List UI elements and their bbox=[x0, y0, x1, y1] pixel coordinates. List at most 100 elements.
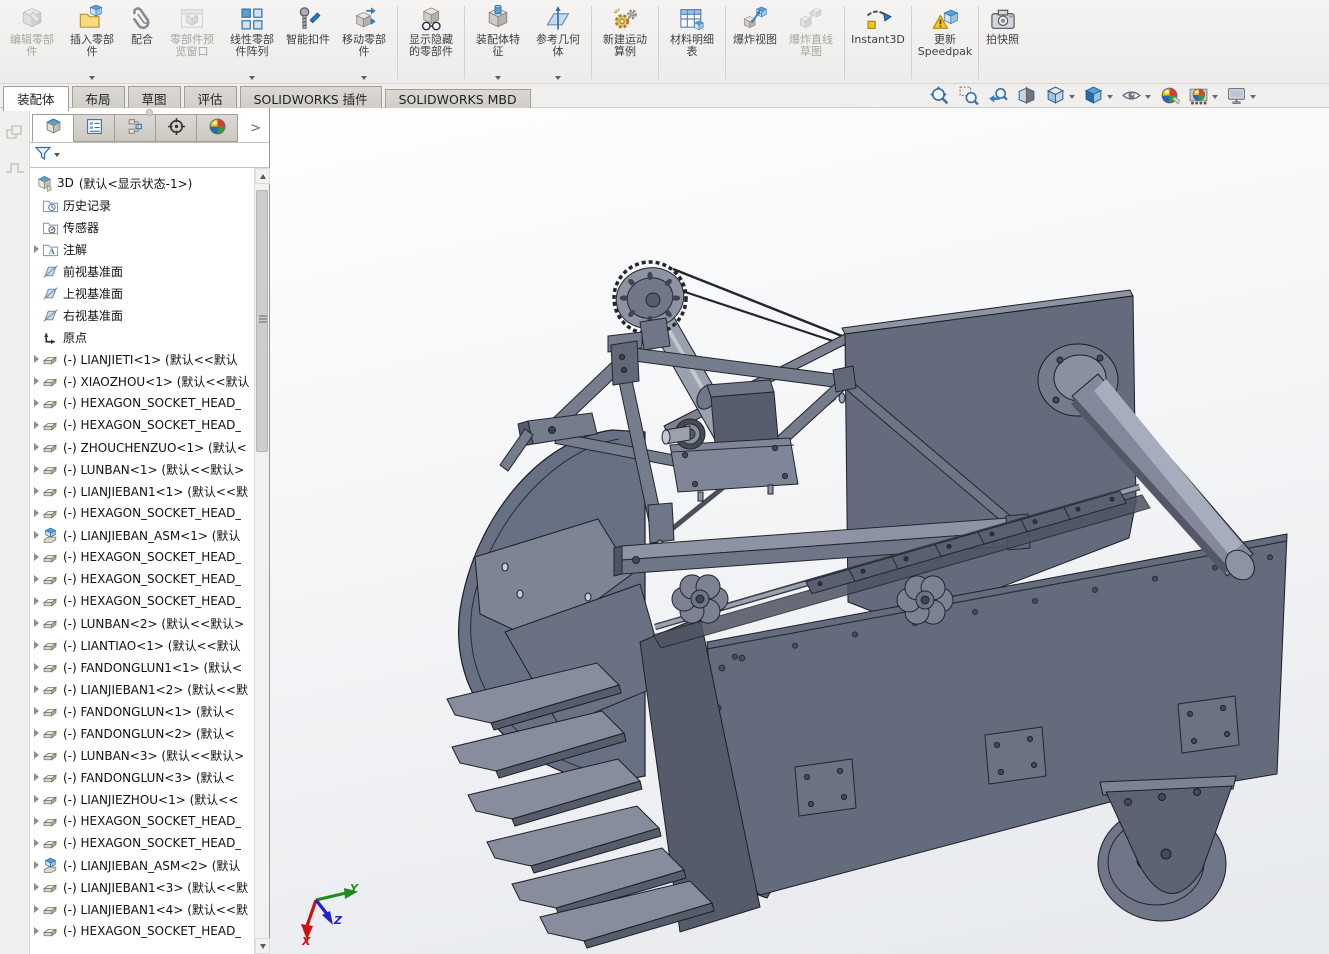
tree-item[interactable]: (-) LIANJIEBAN1<2> (默认<<默 bbox=[30, 678, 254, 700]
toolbar-button-reference-geometry[interactable]: 参考几何体 bbox=[528, 2, 588, 83]
ribbon-tab-1[interactable]: 装配体 bbox=[3, 86, 69, 111]
expand-arrow-icon[interactable] bbox=[30, 377, 42, 385]
dropdown-caret-icon[interactable] bbox=[1145, 95, 1151, 99]
view-orientation-button[interactable] bbox=[1041, 84, 1079, 111]
expand-arrow-icon[interactable] bbox=[30, 883, 42, 891]
expand-arrow-icon[interactable] bbox=[30, 641, 42, 649]
expand-arrow-icon[interactable] bbox=[30, 421, 42, 429]
panel-tab-displaymanager[interactable] bbox=[196, 114, 238, 142]
tree-item[interactable]: (-) XIAOZHOU<1> (默认<<默认 bbox=[30, 370, 254, 392]
expand-arrow-icon[interactable] bbox=[30, 729, 42, 737]
tree-item[interactable]: (-) LUNBAN<1> (默认<<默认> bbox=[30, 458, 254, 480]
graphics-viewport[interactable]: Y X Z bbox=[270, 108, 1329, 954]
tree-item[interactable]: (-) FANDONGLUN<1> (默认< bbox=[30, 700, 254, 722]
toolbar-button-move-component[interactable]: 移动零部件 bbox=[334, 2, 394, 83]
scroll-thumb[interactable] bbox=[256, 190, 268, 452]
tree-item[interactable]: (-) LIANJIEBAN1<1> (默认<<默 bbox=[30, 480, 254, 502]
dropdown-caret-icon[interactable] bbox=[1212, 95, 1218, 99]
tree-item[interactable]: (-) FANDONGLUN<2> (默认< bbox=[30, 722, 254, 744]
tree-item[interactable]: 原点 bbox=[30, 326, 254, 348]
tree-item[interactable]: (-) LIANJIEBAN1<4> (默认<<默 bbox=[30, 898, 254, 920]
tree-item[interactable]: (-) LIANTIAO<1> (默认<<默认 bbox=[30, 634, 254, 656]
tree-item[interactable]: (-) HEXAGON_SOCKET_HEAD_ bbox=[30, 590, 254, 612]
expand-arrow-icon[interactable] bbox=[30, 619, 42, 627]
expand-arrow-icon[interactable] bbox=[30, 795, 42, 803]
filter-dropdown-caret[interactable] bbox=[54, 153, 60, 157]
tree-item[interactable]: A注解 bbox=[30, 238, 254, 260]
dropdown-caret-icon[interactable] bbox=[249, 76, 255, 80]
scroll-up-button[interactable] bbox=[255, 168, 270, 184]
tree-item[interactable]: (-) LUNBAN<2> (默认<<默认> bbox=[30, 612, 254, 634]
toolbar-button-linear-pattern[interactable]: 线性零部件阵列 bbox=[222, 2, 282, 83]
hide-show-items-button[interactable] bbox=[1117, 84, 1155, 111]
tree-item[interactable]: (-) HEXAGON_SOCKET_HEAD_ bbox=[30, 568, 254, 590]
expand-arrow-icon[interactable] bbox=[30, 861, 42, 869]
zoom-to-area-button[interactable] bbox=[954, 84, 983, 111]
toolbar-button-update-speedpak[interactable]: 更新 Speedpak bbox=[915, 2, 975, 83]
tree-item[interactable]: (-) ZHOUCHENZUO<1> (默认< bbox=[30, 436, 254, 458]
expand-arrow-icon[interactable] bbox=[30, 245, 42, 253]
dropdown-caret-icon[interactable] bbox=[89, 76, 95, 80]
toolbar-button-explode-line-sketch[interactable]: 爆炸直线草图 bbox=[781, 2, 841, 83]
toolbar-button-snapshot[interactable]: 拍快照 bbox=[982, 2, 1023, 83]
toolbar-button-insert-components[interactable]: 插入零部件 bbox=[62, 2, 122, 83]
expand-arrow-icon[interactable] bbox=[30, 575, 42, 583]
toolbar-button-smart-fasteners[interactable]: 智能扣件 bbox=[282, 2, 334, 83]
tree-item[interactable]: (-) HEXAGON_SOCKET_HEAD_ bbox=[30, 920, 254, 942]
expand-arrow-icon[interactable] bbox=[30, 663, 42, 671]
tree-item[interactable]: 历史记录 bbox=[30, 194, 254, 216]
expand-arrow-icon[interactable] bbox=[30, 465, 42, 473]
tree-item[interactable]: (-) HEXAGON_SOCKET_HEAD_ bbox=[30, 546, 254, 568]
dropdown-caret-icon[interactable] bbox=[495, 76, 501, 80]
apply-scene-button[interactable] bbox=[1184, 84, 1222, 111]
dropdown-caret-icon[interactable] bbox=[1250, 95, 1256, 99]
tree-scrollbar[interactable] bbox=[254, 168, 269, 954]
ribbon-tab-6[interactable]: SOLIDWORKS MBD bbox=[385, 89, 531, 110]
tree-item[interactable]: (-) LIANJIEBAN_ASM<2> (默认 bbox=[30, 854, 254, 876]
tree-item[interactable]: (-) FANDONGLUN1<1> (默认< bbox=[30, 656, 254, 678]
expand-arrow-icon[interactable] bbox=[30, 927, 42, 935]
expand-arrow-icon[interactable] bbox=[30, 751, 42, 759]
panel-tab-configurationmanager[interactable] bbox=[114, 114, 156, 142]
tree-item[interactable]: 上视基准面 bbox=[30, 282, 254, 304]
previous-view-button[interactable] bbox=[983, 84, 1012, 111]
toolbar-button-bom[interactable]: 材料明细表 bbox=[662, 2, 722, 83]
expand-arrow-icon[interactable] bbox=[30, 905, 42, 913]
expand-arrow-icon[interactable] bbox=[30, 531, 42, 539]
tree-root-item[interactable]: 3D(默认<显示状态-1>) bbox=[30, 172, 254, 194]
expand-arrow-icon[interactable] bbox=[30, 509, 42, 517]
expand-arrow-icon[interactable] bbox=[30, 685, 42, 693]
edit-appearance-button[interactable] bbox=[1155, 84, 1184, 111]
expand-arrow-icon[interactable] bbox=[30, 773, 42, 781]
toolbar-button-exploded-view[interactable]: 爆炸视图 bbox=[729, 2, 781, 83]
dropdown-caret-icon[interactable] bbox=[1107, 95, 1113, 99]
filter-funnel-icon[interactable] bbox=[34, 144, 52, 166]
expand-arrow-icon[interactable] bbox=[30, 399, 42, 407]
tree-item[interactable]: (-) HEXAGON_SOCKET_HEAD_ bbox=[30, 832, 254, 854]
display-style-button[interactable] bbox=[1079, 84, 1117, 111]
tree-item[interactable]: (-) HEXAGON_SOCKET_HEAD_ bbox=[30, 392, 254, 414]
panel-tabs-expand-arrow[interactable]: > bbox=[237, 114, 267, 142]
tree-item[interactable]: 右视基准面 bbox=[30, 304, 254, 326]
toolbar-button-component-preview[interactable]: 零部件预览窗口 bbox=[162, 2, 222, 83]
expand-arrow-icon[interactable] bbox=[30, 839, 42, 847]
toolbar-button-instant3d[interactable]: Instant3D bbox=[848, 2, 908, 83]
expand-arrow-icon[interactable] bbox=[30, 707, 42, 715]
dropdown-caret-icon[interactable] bbox=[1069, 95, 1075, 99]
expand-arrow-icon[interactable] bbox=[30, 553, 42, 561]
panel-splitter-handle[interactable] bbox=[146, 109, 153, 116]
tree-item[interactable]: (-) FANDONGLUN<3> (默认< bbox=[30, 766, 254, 788]
section-view-button[interactable] bbox=[1012, 84, 1041, 111]
tree-item[interactable]: (-) LIANJIEZHOU<1> (默认<< bbox=[30, 788, 254, 810]
toolbar-button-show-hidden-components[interactable]: 显示隐藏的零部件 bbox=[401, 2, 461, 83]
toolbar-button-assembly-features[interactable]: 装配体特征 bbox=[468, 2, 528, 83]
tree-item[interactable]: (-) LIANJIETI<1> (默认<<默认 bbox=[30, 348, 254, 370]
expand-arrow-icon[interactable] bbox=[30, 597, 42, 605]
panel-tab-dimxpertmanager[interactable] bbox=[155, 114, 197, 142]
toolbar-button-mate[interactable]: 配合 bbox=[122, 2, 162, 83]
toolbar-button-motion-study[interactable]: 新建运动算例 bbox=[595, 2, 655, 83]
tree-item[interactable]: (-) LIANJIEBAN_ASM<1> (默认 bbox=[30, 524, 254, 546]
tree-item[interactable]: (-) HEXAGON_SOCKET_HEAD_ bbox=[30, 414, 254, 436]
tree-item[interactable]: (-) LUNBAN<3> (默认<<默认> bbox=[30, 744, 254, 766]
tree-item[interactable]: 前视基准面 bbox=[30, 260, 254, 282]
